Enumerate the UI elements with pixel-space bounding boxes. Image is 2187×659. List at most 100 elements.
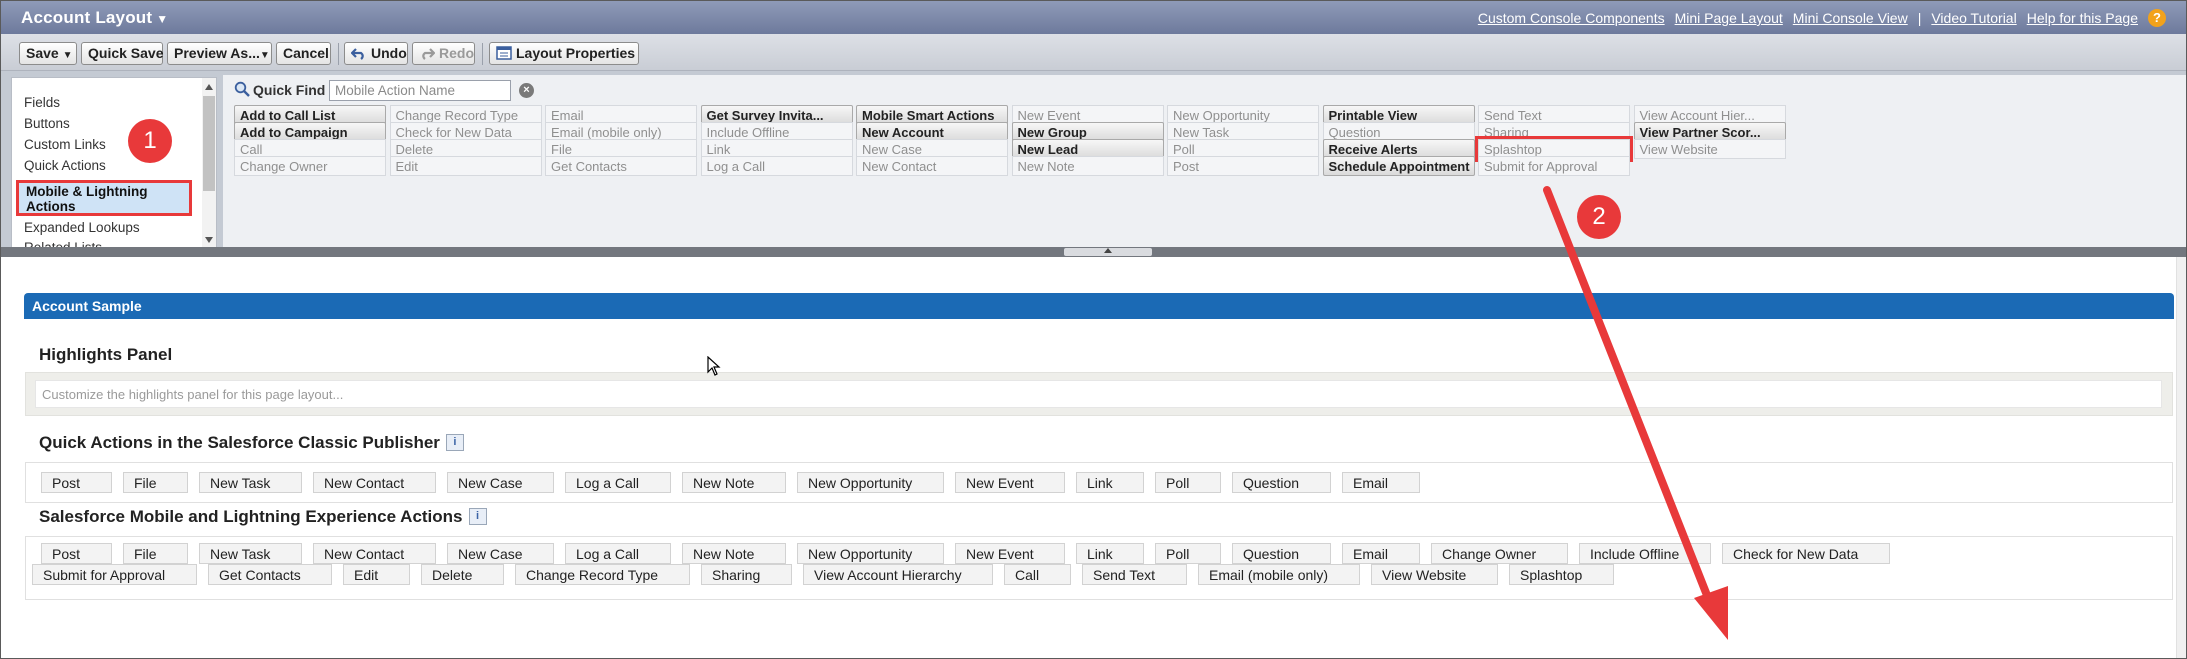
lightning-actions-title-text: Salesforce Mobile and Lightning Experien… [39,507,463,526]
layout-action-new-event[interactable]: New Event [955,543,1065,564]
palette-item-change-owner[interactable]: Change Owner [234,156,386,176]
layout-properties-label: Layout Properties [516,45,636,61]
layout-action-sharing[interactable]: Sharing [701,564,792,585]
palette-item-view-website[interactable]: View Website [1633,139,1786,159]
layout-action-new-event[interactable]: New Event [955,472,1065,493]
layout-action-file[interactable]: File [123,472,188,493]
layout-action-submit-for-approval[interactable]: Submit for Approval [32,564,197,585]
toolbar-separator [338,43,339,65]
category-quick-actions[interactable]: Quick Actions [24,158,106,173]
layout-action-new-case[interactable]: New Case [447,472,554,493]
layout-action-new-case[interactable]: New Case [447,543,554,564]
classic-publisher-title-text: Quick Actions in the Salesforce Classic … [39,433,440,452]
layout-action-new-opportunity[interactable]: New Opportunity [797,472,944,493]
layout-properties-button[interactable]: Layout Properties [489,42,639,65]
toolbar: Save ▼ Quick Save Preview As...▼ Cancel … [1,34,2186,71]
layout-action-change-record-type[interactable]: Change Record Type [515,564,690,585]
layout-action-include-offline[interactable]: Include Offline [1579,543,1711,564]
layout-action-email-mobile-only[interactable]: Email (mobile only) [1198,564,1360,585]
layout-action-check-for-new-data[interactable]: Check for New Data [1722,543,1890,564]
layout-action-new-task[interactable]: New Task [199,472,302,493]
layout-action-log-a-call[interactable]: Log a Call [565,543,671,564]
layout-action-poll[interactable]: Poll [1155,543,1221,564]
mouse-cursor-icon [707,356,721,376]
help-icon[interactable]: ? [2148,9,2166,27]
layout-action-call[interactable]: Call [1004,564,1071,585]
collapse-caret-icon[interactable] [1104,248,1112,253]
category-expanded-lookups[interactable]: Expanded Lookups [24,220,140,235]
palette-item-schedule-appointment[interactable]: Schedule Appointment [1322,156,1475,176]
layout-action-question[interactable]: Question [1232,472,1331,493]
highlights-panel-hint[interactable]: Customize the highlights panel for this … [35,380,2162,408]
category-mobile-lightning-actions[interactable]: Mobile & Lightning Actions [16,180,192,216]
search-icon [234,81,250,97]
quick-find-input[interactable] [329,80,511,101]
layout-action-post[interactable]: Post [41,472,112,493]
save-label: Save [26,45,59,61]
palette-item-new-note[interactable]: New Note [1011,156,1164,176]
layout-action-new-opportunity[interactable]: New Opportunity [797,543,944,564]
layout-action-new-task[interactable]: New Task [199,543,302,564]
layout-title: Account Layout [21,8,153,27]
info-icon[interactable]: i [445,434,464,451]
canvas-scrollbar[interactable] [2176,257,2186,658]
layout-action-send-text[interactable]: Send Text [1082,564,1187,585]
layout-action-delete[interactable]: Delete [421,564,504,585]
layout-action-poll[interactable]: Poll [1155,472,1221,493]
layout-action-link[interactable]: Link [1076,472,1144,493]
layout-action-new-contact[interactable]: New Contact [313,543,436,564]
info-icon[interactable]: i [468,508,487,525]
layout-action-view-account-hierarchy[interactable]: View Account Hierarchy [803,564,993,585]
layout-action-link[interactable]: Link [1076,543,1144,564]
mini-console-view-link[interactable]: Mini Console View [1793,10,1908,26]
undo-label: Undo [371,45,407,61]
palette-item-new-contact[interactable]: New Contact [856,156,1008,176]
layout-action-view-website[interactable]: View Website [1371,564,1498,585]
highlights-panel[interactable]: Customize the highlights panel for this … [25,372,2173,416]
category-scrollbar[interactable] [202,78,216,249]
category-custom-links[interactable]: Custom Links [24,137,106,152]
highlights-panel-title: Highlights Panel [39,345,173,364]
redo-button[interactable]: Redo [412,42,475,65]
palette-item-submit-for-approval[interactable]: Submit for Approval [1478,156,1630,176]
layout-action-change-owner[interactable]: Change Owner [1431,543,1568,564]
help-link[interactable]: Help for this Page [2027,10,2138,26]
redo-label: Redo [439,45,474,61]
layout-action-edit[interactable]: Edit [343,564,410,585]
save-button[interactable]: Save ▼ [19,42,77,65]
mini-page-layout-link[interactable]: Mini Page Layout [1675,10,1783,26]
layout-action-post[interactable]: Post [41,543,112,564]
layout-action-email[interactable]: Email [1342,543,1420,564]
palette-item-log-a-call[interactable]: Log a Call [700,156,853,176]
selected-category-label: Mobile & Lightning Actions [26,184,148,214]
palette-item-post[interactable]: Post [1167,156,1319,176]
layout-action-new-note[interactable]: New Note [682,472,786,493]
layout-action-question[interactable]: Question [1232,543,1331,564]
preview-as-button[interactable]: Preview As...▼ [167,42,272,65]
scroll-up-icon[interactable] [205,84,213,90]
palette-item-edit[interactable]: Edit [389,156,542,176]
layout-action-get-contacts[interactable]: Get Contacts [208,564,332,585]
layout-title-menu[interactable]: Account Layout ▼ [21,8,168,28]
link-separator: | [1917,10,1922,26]
custom-console-components-link[interactable]: Custom Console Components [1478,10,1665,26]
layout-action-file[interactable]: File [123,543,188,564]
video-tutorial-link[interactable]: Video Tutorial [1931,10,2016,26]
scroll-thumb[interactable] [203,96,215,191]
layout-action-splashtop[interactable]: Splashtop [1509,564,1614,585]
scroll-down-icon[interactable] [205,237,213,243]
layout-action-email[interactable]: Email [1342,472,1420,493]
layout-action-new-contact[interactable]: New Contact [313,472,436,493]
layout-action-new-note[interactable]: New Note [682,543,786,564]
chevron-down-icon: ▼ [156,12,169,26]
palette-category-list: Fields Buttons Custom Links Quick Action… [11,77,217,250]
palette-item-get-contacts[interactable]: Get Contacts [545,156,697,176]
cancel-button[interactable]: Cancel [276,42,331,65]
palette-items-area: Quick Find × Add to Call ListAdd to Camp… [223,75,2186,250]
layout-action-log-a-call[interactable]: Log a Call [565,472,671,493]
category-fields[interactable]: Fields [24,95,60,110]
undo-button[interactable]: Undo [344,42,408,65]
category-buttons[interactable]: Buttons [24,116,70,131]
quick-save-button[interactable]: Quick Save [81,42,164,65]
clear-search-icon[interactable]: × [519,83,534,98]
